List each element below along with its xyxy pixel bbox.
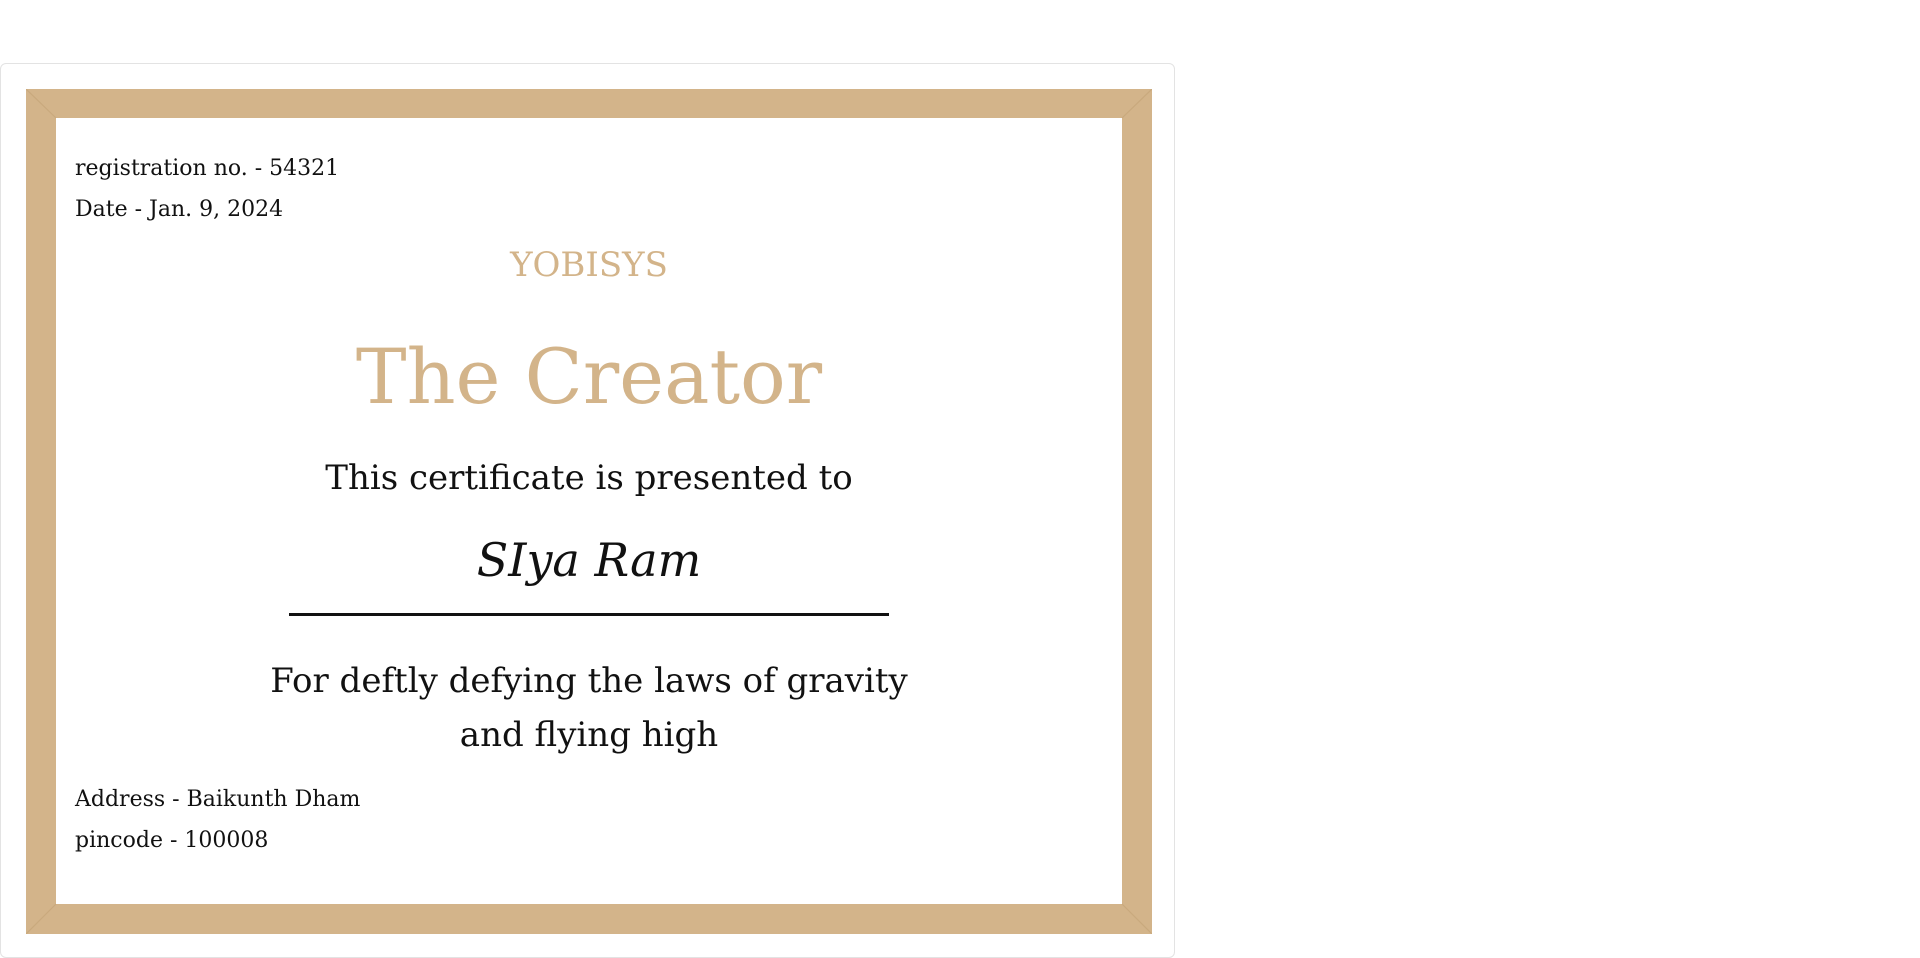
- award-reason: For deftly defying the laws of gravity a…: [56, 654, 1122, 762]
- registration-number: registration no. - 54321: [75, 156, 340, 181]
- certificate-body: registration no. - 54321 Date - Jan. 9, …: [56, 118, 1122, 904]
- issue-date: Date - Jan. 9, 2024: [75, 197, 284, 222]
- certificate-card: registration no. - 54321 Date - Jan. 9, …: [0, 63, 1175, 958]
- recipient-underline: [289, 613, 889, 616]
- award-reason-line-1: For deftly defying the laws of gravity: [270, 661, 908, 701]
- certificate-frame: registration no. - 54321 Date - Jan. 9, …: [26, 89, 1152, 934]
- address: Address - Baikunth Dham: [75, 787, 361, 812]
- award-reason-line-2: and flying high: [459, 715, 719, 755]
- brand-name: YOBISYS: [510, 245, 668, 285]
- recipient-name: SIya Ram: [476, 533, 702, 587]
- presented-to-text: This certificate is presented to: [325, 458, 853, 498]
- pincode: pincode - 100008: [75, 828, 269, 853]
- certificate-title: The Creator: [355, 332, 823, 421]
